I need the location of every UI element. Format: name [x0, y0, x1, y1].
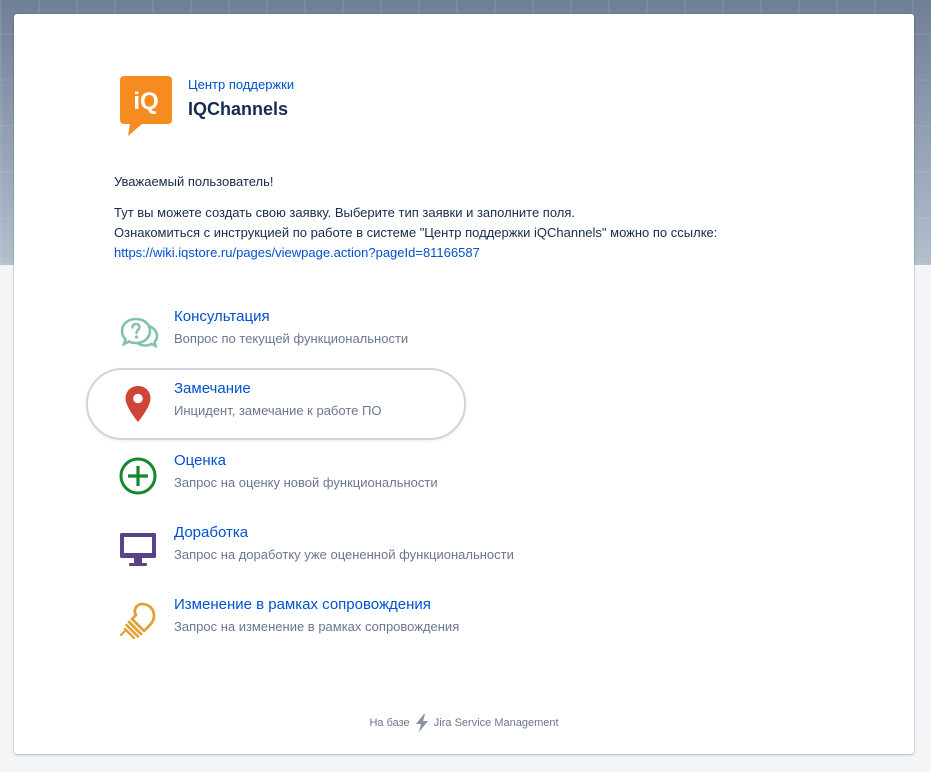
request-type-improvement[interactable]: Доработка Запрос на доработку уже оценен…: [86, 512, 514, 584]
request-type-title: Изменение в рамках сопровождения: [174, 596, 431, 613]
request-type-list: Консультация Вопрос по текущей функциона…: [86, 296, 514, 656]
request-type-title: Доработка: [174, 524, 249, 541]
request-type-description: Инцидент, замечание к работе ПО: [174, 403, 382, 418]
jira-lightning-icon: [415, 714, 428, 732]
monitor-icon: [120, 533, 156, 566]
request-type-description: Запрос на изменение в рамках сопровожден…: [174, 619, 460, 634]
footer-prefix: На базе: [369, 716, 410, 729]
light-bulb-icon: [119, 602, 156, 640]
request-type-description: Вопрос по текущей функциональности: [174, 331, 409, 346]
greeting-text: Уважаемый пользователь!: [114, 174, 274, 189]
wiki-link[interactable]: https://wiki.iqstore.ru/pages/viewpage.a…: [114, 245, 480, 260]
plus-circle-icon: [119, 457, 157, 495]
request-type-remark[interactable]: Замечание Инцидент, замечание к работе П…: [86, 368, 466, 440]
portal-subtitle-link[interactable]: Центр поддержки: [188, 77, 294, 92]
request-type-maintenance-change[interactable]: Изменение в рамках сопровождения Запрос …: [86, 584, 466, 656]
iqchannels-logo-icon[interactable]: iQ: [118, 74, 174, 138]
logo-text: iQ: [133, 88, 158, 115]
jira-service-management-link[interactable]: Jira Service Management: [434, 717, 559, 729]
intro-line-2: Ознакомиться с инструкцией по работе в с…: [114, 225, 718, 240]
request-type-title: Замечание: [174, 380, 251, 397]
map-pin-icon: [125, 386, 151, 422]
request-type-description: Запрос на доработку уже оцененной функци…: [174, 547, 514, 562]
request-type-title: Оценка: [174, 452, 226, 469]
intro-line-1: Тут вы можете создать свою заявку. Выбер…: [114, 205, 576, 220]
request-type-description: Запрос на оценку новой функциональности: [174, 475, 438, 490]
request-type-title: Консультация: [174, 308, 270, 325]
request-type-consultation[interactable]: Консультация Вопрос по текущей функциона…: [86, 296, 466, 368]
question-chat-icon: [120, 317, 159, 349]
portal-title: IQChannels: [188, 99, 289, 119]
powered-by-footer: На базе Jira Service Management: [14, 714, 914, 732]
intro-text: Уважаемый пользователь! Тут вы можете со…: [114, 172, 834, 263]
portal-card: iQ Центр поддержки IQChannels Уважаемый …: [14, 14, 914, 754]
request-type-estimate[interactable]: Оценка Запрос на оценку новой функционал…: [86, 440, 466, 512]
